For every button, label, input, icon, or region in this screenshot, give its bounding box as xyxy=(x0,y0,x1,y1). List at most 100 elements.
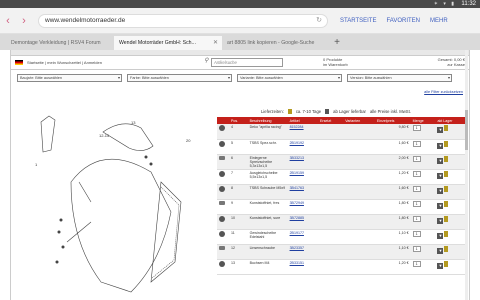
quantity-input[interactable]: 1 xyxy=(412,230,421,237)
header-nav[interactable]: Startseite | mein Wunschzettel | Anmelde… xyxy=(27,60,102,65)
article-link[interactable]: 2B33151 xyxy=(290,261,304,265)
article-link[interactable]: 2B19192 xyxy=(290,141,304,145)
cart-icon[interactable]: ▼ xyxy=(437,247,444,254)
filter-baujahr[interactable]: Baujahr: Bitte auswählen ▾ xyxy=(17,74,122,82)
part-icon xyxy=(219,155,225,160)
stock-icon xyxy=(444,185,449,192)
legend-supplier: Lieferzeiten: xyxy=(261,109,284,114)
part-icon xyxy=(219,125,225,131)
filter-variante[interactable]: Variante: Bitte auswählen ▾ xyxy=(237,74,342,82)
quantity-input[interactable]: 1 xyxy=(412,125,421,131)
table-row: 4 Deko "aprilia racing" 8152284 9,80 €1 ▼ xyxy=(217,124,467,139)
german-flag-icon[interactable] xyxy=(15,60,23,65)
cell-art[interactable]: 3B33213 xyxy=(288,154,318,169)
cell-variants xyxy=(343,229,375,244)
tab-label: Wendel Motorräder GmbH: Sch... xyxy=(119,40,196,46)
diagram-screw xyxy=(61,245,65,249)
cart-icon[interactable]: ▼ xyxy=(437,232,444,239)
link-startseite[interactable]: STARTSEITE xyxy=(340,18,376,24)
cell-variants xyxy=(343,244,375,259)
legend-stock: ab Lager lieferbar xyxy=(333,109,366,114)
diagram-screw xyxy=(144,155,148,159)
close-icon[interactable]: ✕ xyxy=(213,39,218,46)
filter-label: Baujahr: Bitte auswählen xyxy=(20,76,63,80)
article-link[interactable]: 3B33213 xyxy=(290,156,304,160)
cell-qty: 1 xyxy=(411,169,436,184)
forward-icon[interactable]: › xyxy=(16,15,32,27)
cell-art[interactable]: 2B19192 xyxy=(288,139,318,154)
quantity-input[interactable]: 1 xyxy=(412,170,421,177)
cell-replaces xyxy=(318,229,343,244)
scrollbar[interactable] xyxy=(465,50,468,300)
filter-farbe[interactable]: Farbe: Bitte auswählen ▾ xyxy=(127,74,232,82)
cart-icon[interactable]: ▼ xyxy=(437,157,444,164)
cell-qty: 1 xyxy=(411,199,436,214)
cell-desc: Kunststoffniet, fres xyxy=(249,200,280,205)
cell-variants xyxy=(343,139,375,154)
cell-stock: ▼ xyxy=(435,244,467,259)
scroll-thumb[interactable] xyxy=(465,110,468,150)
cell-art[interactable]: 3B72949 xyxy=(288,199,318,214)
article-link[interactable]: 3B41763 xyxy=(290,186,304,190)
back-icon[interactable]: ‹ xyxy=(0,15,16,27)
cart-icon[interactable]: ▼ xyxy=(437,262,444,269)
cart-icon[interactable]: ▼ xyxy=(437,172,444,179)
article-link[interactable]: 3B72885 xyxy=(290,216,304,220)
cell-desc: Buchsen M4 xyxy=(249,260,270,265)
cart-icon[interactable]: ▼ xyxy=(437,187,444,194)
filter-version[interactable]: Version: Bitte auswählen ▾ xyxy=(347,74,452,82)
tab-bar: Demontage Verkleidung | RSV4 Forum Wende… xyxy=(0,34,480,50)
article-link[interactable]: 2B19159 xyxy=(290,171,304,175)
quantity-input[interactable]: 1 xyxy=(412,245,421,252)
cart-icon[interactable]: ▼ xyxy=(437,217,444,224)
cell-price: 2,00 € xyxy=(398,155,409,160)
cart-label: im Warenkorb xyxy=(323,62,348,67)
cell-art[interactable]: 2B19159 xyxy=(288,169,318,184)
cart-icon[interactable]: ▼ xyxy=(437,202,444,209)
quantity-input[interactable]: 1 xyxy=(412,200,421,207)
cart-icon[interactable]: ▼ xyxy=(437,127,444,133)
tab-google-search[interactable]: art 8805 link kopieren - Google-Suche xyxy=(222,36,330,50)
article-link[interactable]: 3B72949 xyxy=(290,201,304,205)
cell-desc: Kunststoffniet, sure xyxy=(249,215,281,220)
clear-filters-link[interactable]: alle Filter zurücksetzen xyxy=(424,90,463,94)
search-input[interactable]: ⚲ Artikelsuche xyxy=(204,58,283,67)
article-link[interactable]: 3B23357 xyxy=(290,246,304,250)
stock-icon xyxy=(444,170,449,177)
stock-icon xyxy=(444,155,449,162)
link-mehr[interactable]: MEHR xyxy=(430,18,448,24)
link-favoriten[interactable]: FAVORITEN xyxy=(386,18,420,24)
cell-replaces xyxy=(318,259,343,274)
cell-art[interactable]: 3B23357 xyxy=(288,244,318,259)
quantity-input[interactable]: 1 xyxy=(412,140,421,147)
quantity-input[interactable]: 1 xyxy=(412,215,421,222)
quantity-input[interactable]: 1 xyxy=(412,260,421,267)
cell-art[interactable]: 8152284 xyxy=(288,124,318,139)
cell-art[interactable]: 3B72885 xyxy=(288,214,318,229)
filter-label: Farbe: Bitte auswählen xyxy=(130,76,169,80)
part-thumbnail xyxy=(217,139,229,154)
cart-summary[interactable]: 0 Produkte im Warenkorb xyxy=(323,57,348,67)
cell-desc: TSBS Schraube M5x9 xyxy=(249,185,286,190)
article-link[interactable]: 8152284 xyxy=(290,125,304,129)
cart-total[interactable]: Gesamt: 0,00 € zur Kasse xyxy=(438,57,465,67)
url-input[interactable]: www.wendelmotorraeder.de ↻ xyxy=(38,13,328,28)
cell-art[interactable]: 3B41763 xyxy=(288,184,318,199)
quantity-input[interactable]: 1 xyxy=(412,155,421,162)
cell-art[interactable]: 2B33151 xyxy=(288,259,318,274)
part-icon xyxy=(219,200,225,205)
add-tab-icon[interactable]: + xyxy=(330,36,344,50)
tab-rsv4-forum[interactable]: Demontage Verkleidung | RSV4 Forum xyxy=(6,36,114,50)
part-thumbnail xyxy=(217,184,229,199)
reload-icon[interactable]: ↻ xyxy=(316,15,322,27)
tab-wendel[interactable]: Wendel Motorräder GmbH: Sch... ✕ xyxy=(114,36,222,50)
search-icon[interactable]: ⚲ xyxy=(204,58,208,65)
cart-icon[interactable]: ▼ xyxy=(437,142,444,149)
quantity-input[interactable]: 1 xyxy=(412,185,421,192)
cell-art[interactable]: 2B19177 xyxy=(288,229,318,244)
article-link[interactable]: 2B19177 xyxy=(290,231,304,235)
filter-label: Variante: Bitte auswählen xyxy=(240,76,283,80)
diagram-screw xyxy=(55,260,59,264)
chevron-down-icon: ▾ xyxy=(337,75,340,80)
part-icon xyxy=(219,170,225,177)
